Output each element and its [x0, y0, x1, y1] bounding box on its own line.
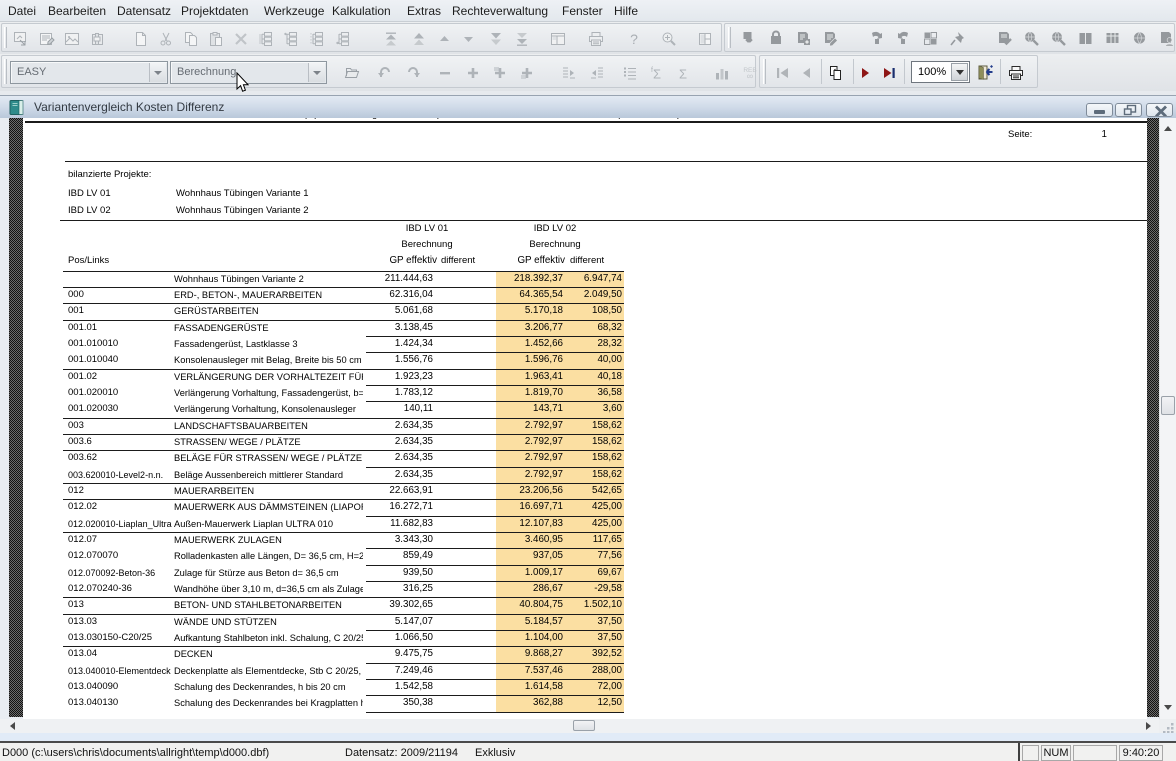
svg-text:Σ: Σ [653, 66, 661, 81]
svg-text:Σ: Σ [679, 66, 687, 81]
svg-text:?: ? [630, 31, 638, 47]
svg-text:∞: ∞ [747, 71, 753, 81]
